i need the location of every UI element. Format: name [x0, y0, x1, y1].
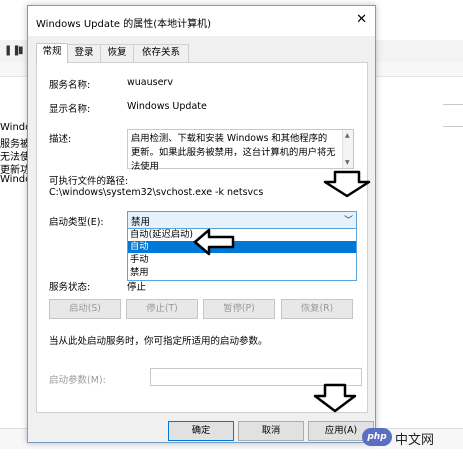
dialog-titlebar[interactable]: Windows Update 的属性(本地计算机) ✕: [28, 6, 375, 36]
pause-service-button[interactable]: 暂停(P): [203, 299, 275, 319]
watermark-text: 中文网: [395, 433, 435, 448]
description-scrollbar[interactable]: ▲ ▼: [342, 130, 353, 168]
scroll-up-icon[interactable]: ▲: [345, 132, 350, 139]
down-arrow-icon: [323, 170, 371, 198]
cancel-button[interactable]: 取消: [238, 421, 304, 441]
exe-path-value: C:\windows\system32\svchost.exe -k netsv…: [49, 187, 264, 198]
description-text: 启用检测、下载和安装 Windows 和其他程序的更新。如果此服务被禁用，这台计…: [131, 133, 336, 172]
exe-path-label: 可执行文件的路径:: [49, 176, 129, 187]
startup-type-dropdown: 自动(延迟启动) 自动 手动 禁用: [127, 228, 357, 281]
startup-type-select[interactable]: 禁用 ﹀: [127, 211, 357, 229]
tab-logon[interactable]: 登录: [67, 44, 101, 62]
startup-option-disabled[interactable]: 禁用: [128, 267, 356, 279]
resume-service-button[interactable]: 恢复(R): [281, 299, 353, 319]
service-name-label: 服务名称:: [49, 80, 91, 91]
scroll-down-icon[interactable]: ▼: [345, 159, 350, 166]
tab-recovery[interactable]: 恢复: [100, 44, 134, 62]
close-icon[interactable]: ✕: [356, 12, 367, 27]
service-status-label: 服务状态:: [49, 282, 91, 293]
service-status-value: 停止: [127, 282, 147, 293]
stop-service-button[interactable]: 停止(T): [126, 299, 198, 319]
display-name-label: 显示名称:: [49, 104, 91, 115]
left-arrow-icon: [193, 228, 235, 256]
service-name-value: wuauserv: [127, 77, 173, 88]
display-name-value: Windows Update: [127, 101, 207, 112]
startup-type-label: 启动类型(E):: [49, 217, 104, 228]
down-arrow-icon: [313, 383, 357, 413]
description-label: 描述:: [49, 134, 72, 145]
dialog-title: Windows Update 的属性(本地计算机): [36, 19, 212, 30]
start-params-hint: 当从此处启动服务时，你可指定所适用的启动参数。: [49, 336, 268, 347]
ok-button[interactable]: 确定: [168, 421, 234, 441]
chevron-down-icon[interactable]: ﹀: [344, 213, 353, 226]
description-textbox[interactable]: 启用检测、下载和安装 Windows 和其他程序的更新。如果此服务被禁用，这台计…: [127, 129, 354, 172]
startup-type-value: 禁用: [131, 217, 151, 228]
background-divider: [443, 126, 463, 127]
php-cn-watermark: php 中文网: [362, 426, 460, 448]
stop-icon: ▮: [18, 45, 24, 56]
startup-option-manual[interactable]: 手动: [128, 254, 356, 266]
start-params-label: 启动参数(M):: [49, 375, 106, 386]
tab-dependencies[interactable]: 依存关系: [133, 44, 189, 62]
properties-dialog: Windows Update 的属性(本地计算机) ✕ 常规 登录 恢复 依存关…: [27, 5, 376, 443]
startup-option-auto[interactable]: 自动: [128, 241, 356, 253]
startup-option-auto-delayed[interactable]: 自动(延迟启动): [128, 229, 356, 241]
background-divider: [443, 104, 463, 105]
tab-general[interactable]: 常规: [36, 43, 68, 63]
start-service-button[interactable]: 启动(S): [49, 299, 121, 319]
php-logo: php: [362, 428, 392, 446]
